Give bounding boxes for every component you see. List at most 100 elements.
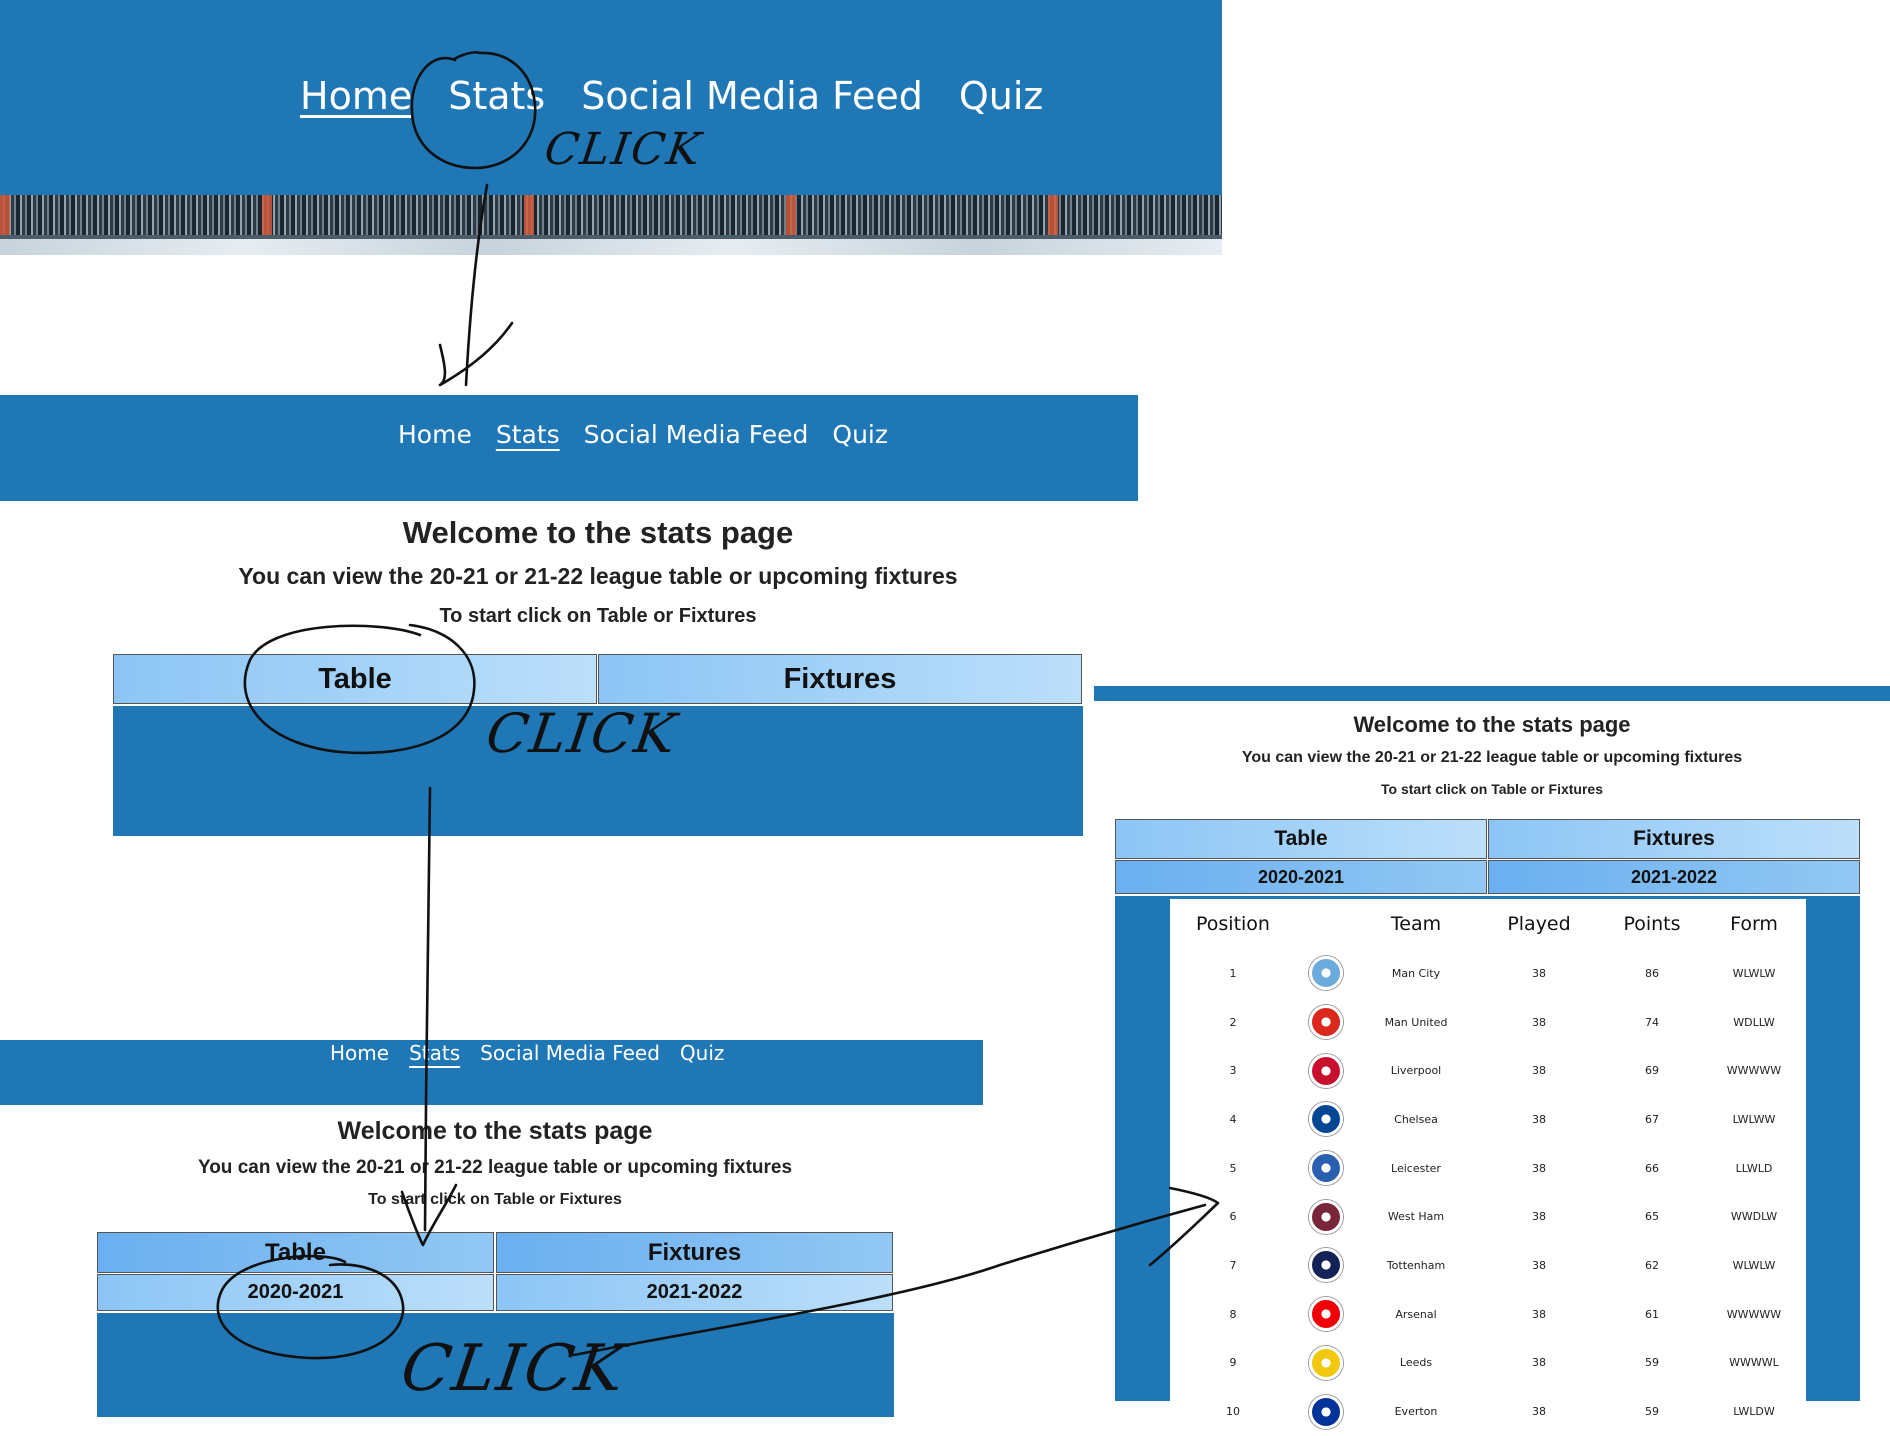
nav-home-link[interactable]: Home [330,1041,389,1065]
stats-page-instruction: To start click on Table or Fixtures [439,605,757,627]
played-cell: 38 [1532,1210,1546,1224]
stadium-crowd-banner [0,195,1222,255]
leeds-crest-icon [1309,1345,1343,1380]
season-2021-2022-button[interactable]: 2021-2022 [496,1274,893,1311]
chelsea-crest-icon [1309,1102,1343,1137]
nav-social-media-feed-link[interactable]: Social Media Feed [584,420,809,449]
nav-quiz-link[interactable]: Quiz [959,74,1044,118]
team-cell: Liverpool [1390,1064,1442,1078]
crest-cell [1296,1095,1356,1144]
position-cell: 7 [1229,1258,1237,1272]
played-cell: 38 [1532,1258,1546,1272]
navbar-result [1094,686,1890,701]
nav-social-media-feed-link[interactable]: Social Media Feed [581,74,923,118]
fixtures-button[interactable]: Fixtures [1488,819,1860,859]
table-button[interactable]: Table [1115,819,1487,859]
stats-page-instruction: To start click on Table or Fixtures [368,1191,622,1208]
position-cell: 2 [1229,1015,1237,1029]
form-cell: LWLWW [1732,1112,1776,1126]
played-cell: 38 [1532,1405,1546,1419]
crest-cell [1296,1241,1356,1290]
form-cell: LLWLD [1735,1161,1773,1175]
played-cell: 38 [1532,1307,1546,1321]
position-cell: 5 [1229,1161,1237,1175]
west-ham-crest-icon [1309,1199,1343,1234]
crest-cell [1296,998,1356,1047]
stats-page-subheading: You can view the 20-21 or 21-22 league t… [1241,749,1743,766]
stats-page-instruction: To start click on Table or Fixtures [1381,781,1603,797]
form-cell: WWWWW [1726,1307,1782,1321]
click-annotation-1: CLICK [541,124,706,175]
form-cell: WLWLW [1732,1258,1776,1272]
team-cell: Man City [1391,966,1441,980]
season-2020-2021-button[interactable]: 2020-2021 [1115,860,1487,894]
table-row: 2 Man United 38 74 WDLLW [1170,998,1806,1047]
nav-menu-large: Home Stats Social Media Feed Quiz [300,74,1043,118]
points-cell: 69 [1645,1064,1659,1078]
position-cell: 1 [1229,966,1237,980]
points-header: Points [1623,913,1681,935]
nav-stats-link[interactable]: Stats [448,74,545,118]
points-cell: 86 [1645,966,1659,980]
tottenham-crest-icon [1309,1248,1343,1283]
table-row: 9 Leeds 38 59 WWWWL [1170,1339,1806,1388]
form-cell: WWWWW [1726,1064,1782,1078]
table-row: 4 Chelsea 38 67 LWLWW [1170,1095,1806,1144]
click-annotation-2: CLICK [482,702,682,765]
position-cell: 4 [1229,1112,1237,1126]
team-cell: Man United [1384,1015,1448,1029]
liverpool-crest-icon [1309,1053,1343,1088]
league-table: Position Team Played Points Form 1 Man Ci… [1170,899,1806,1436]
table-button[interactable]: Table [113,654,597,704]
click-annotation-3: CLICK [396,1332,631,1406]
nav-social-media-feed-link[interactable]: Social Media Feed [480,1041,660,1065]
team-cell: Leeds [1399,1356,1433,1370]
nav-stats-link[interactable]: Stats [409,1041,460,1065]
table-row: 1 Man City 38 86 WLWLW [1170,949,1806,998]
league-table-body: 1 Man City 38 86 WLWLW 2 Man United 38 74 WDLLW 3 L… [1170,949,1806,1436]
team-cell: Leicester [1391,1161,1441,1175]
arsenal-crest-icon [1309,1297,1343,1332]
points-cell: 67 [1645,1112,1659,1126]
position-cell: 10 [1226,1405,1240,1419]
position-header: Position [1196,913,1270,935]
crest-cell [1296,1290,1356,1339]
points-cell: 74 [1645,1015,1659,1029]
position-cell: 3 [1229,1064,1237,1078]
played-cell: 38 [1532,1064,1546,1078]
points-cell: 61 [1645,1307,1659,1321]
form-cell: WWDLW [1730,1210,1778,1224]
stats-page-heading: Welcome to the stats page [402,515,794,550]
crest-cell [1296,1192,1356,1241]
table-button[interactable]: Table [97,1232,494,1273]
leicester-crest-icon [1309,1151,1343,1186]
nav-quiz-link[interactable]: Quiz [680,1041,724,1065]
played-cell: 38 [1532,966,1546,980]
table-row: 7 Tottenham 38 62 WLWLW [1170,1241,1806,1290]
nav-menu-stats: Home Stats Social Media Feed Quiz [398,420,888,449]
stats-page-subheading: You can view the 20-21 or 21-22 league t… [238,563,958,589]
league-table-header-row: Position Team Played Points Form [1170,899,1806,949]
played-cell: 38 [1532,1356,1546,1370]
crest-cell [1296,1339,1356,1388]
nav-home-link[interactable]: Home [300,74,412,118]
crest-header [1296,899,1356,949]
points-cell: 59 [1645,1405,1659,1419]
nav-quiz-link[interactable]: Quiz [832,420,888,449]
fixtures-button[interactable]: Fixtures [496,1232,893,1273]
form-header: Form [1730,913,1778,935]
man-city-crest-icon [1309,956,1343,991]
table-row: 5 Leicester 38 66 LLWLD [1170,1144,1806,1193]
season-2020-2021-button[interactable]: 2020-2021 [97,1274,494,1311]
nav-menu-seasons: Home Stats Social Media Feed Quiz [330,1041,724,1065]
points-cell: 62 [1645,1258,1659,1272]
season-2021-2022-button[interactable]: 2021-2022 [1488,860,1860,894]
nav-stats-link[interactable]: Stats [496,420,560,449]
stats-page-heading: Welcome to the stats page [1353,712,1631,737]
table-row: 3 Liverpool 38 69 WWWWW [1170,1046,1806,1095]
everton-crest-icon [1309,1394,1343,1429]
played-cell: 38 [1532,1161,1546,1175]
position-cell: 8 [1229,1307,1237,1321]
nav-home-link[interactable]: Home [398,420,472,449]
fixtures-button[interactable]: Fixtures [598,654,1082,704]
